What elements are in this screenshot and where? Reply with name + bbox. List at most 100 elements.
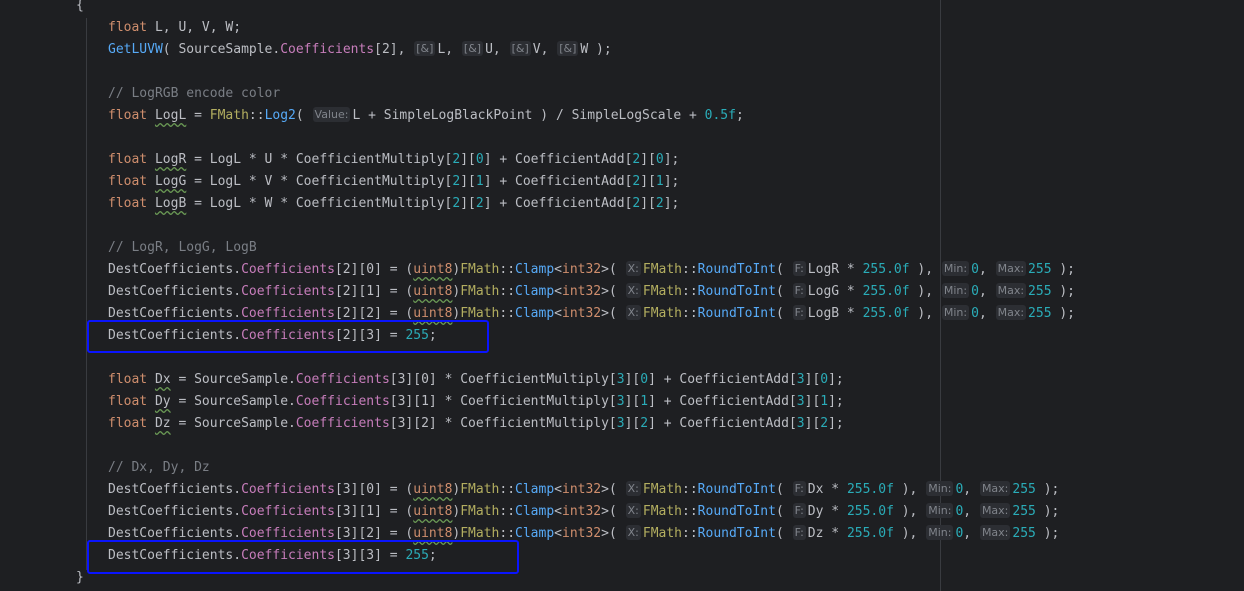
- code-token: uint8: [413, 482, 453, 497]
- parameter-hint: X:: [625, 503, 641, 518]
- line-logl[interactable]: float LogL = FMath::Log2( Value: L + Simp…: [0, 105, 1244, 127]
- parameter-hint: Max:: [995, 261, 1027, 276]
- code-token: 255.0f: [862, 262, 910, 277]
- code-text: DestCoefficients.Coefficients[3][1] = (u…: [108, 501, 1059, 523]
- code-token: Dx: [154, 372, 171, 387]
- code-token: ::: [499, 482, 516, 497]
- line-blank-1[interactable]: [0, 61, 1244, 83]
- code-token: ::: [499, 306, 516, 321]
- line-dz[interactable]: float Dz = SourceSample.Coefficients[3][…: [0, 413, 1244, 435]
- code-token: FMath: [642, 306, 683, 321]
- code-token: DestCoefficients.: [108, 262, 242, 277]
- code-token: ][: [640, 152, 656, 167]
- line-getluvw[interactable]: GetLUVW( SourceSample.Coefficients[2], […: [0, 39, 1244, 61]
- code-token: <: [554, 482, 562, 497]
- code-token: ];: [663, 152, 680, 167]
- line-open-brace[interactable]: {: [0, 0, 1244, 17]
- code-token: int32: [562, 306, 602, 321]
- parameter-hint: [&]: [509, 41, 531, 56]
- code-token: [2],: [374, 42, 414, 57]
- code-token: ] + CoefficientAdd[: [483, 152, 633, 167]
- code-token: = SourceSample.: [170, 416, 296, 431]
- line-dest-2-1[interactable]: DestCoefficients.Coefficients[2][1] = (u…: [0, 281, 1244, 303]
- parameter-hint: X:: [625, 305, 641, 320]
- code-text: DestCoefficients.Coefficients[3][0] = (u…: [108, 479, 1059, 501]
- line-dest-2-0[interactable]: DestCoefficients.Coefficients[2][0] = (u…: [0, 259, 1244, 281]
- code-token: ::: [248, 108, 265, 123]
- line-logr[interactable]: float LogR = LogL * U * CoefficientMulti…: [0, 149, 1244, 171]
- code-token: ];: [828, 416, 844, 431]
- code-token: (: [775, 526, 792, 541]
- line-blank-2[interactable]: [0, 127, 1244, 149]
- code-token: LogG *: [807, 284, 863, 299]
- code-editor[interactable]: { float L, U, V, W; GetLUVW( SourceSample.…: [0, 0, 1244, 591]
- code-token: ,: [978, 284, 995, 299]
- code-token: 3: [796, 394, 805, 409]
- line-dest-3-0[interactable]: DestCoefficients.Coefficients[3][0] = (u…: [0, 479, 1244, 501]
- code-token: {: [76, 0, 84, 13]
- code-token: );: [1035, 504, 1060, 519]
- parameter-hint: [&]: [414, 41, 436, 56]
- code-token: Clamp: [515, 306, 555, 321]
- code-token: ::: [499, 504, 516, 519]
- code-token: float: [108, 394, 148, 409]
- line-decl-luvw[interactable]: float L, U, V, W;: [0, 17, 1244, 39]
- code-token: DestCoefficients.: [108, 284, 242, 299]
- line-comment-logrgb[interactable]: // LogRGB encode color: [0, 83, 1244, 105]
- code-token: ::: [682, 504, 698, 519]
- code-token: );: [1051, 262, 1076, 277]
- code-token: [3][1] * CoefficientMultiply[: [389, 394, 617, 409]
- code-token: ];: [663, 196, 680, 211]
- code-token: <: [554, 526, 562, 541]
- code-token: uint8: [413, 504, 453, 519]
- line-blank-3[interactable]: [0, 215, 1244, 237]
- code-token: ] + CoefficientAdd[: [648, 416, 797, 431]
- line-logg[interactable]: float LogG = LogL * V * CoefficientMulti…: [0, 171, 1244, 193]
- code-token: ][: [460, 174, 476, 189]
- code-token: Clamp: [515, 526, 555, 541]
- code-token: ][: [624, 372, 641, 387]
- line-comment-logrgb-2[interactable]: // LogR, LogG, LogB: [0, 237, 1244, 259]
- code-token: (: [775, 504, 792, 519]
- code-token: FMath: [642, 284, 683, 299]
- code-token: 255: [1012, 526, 1036, 541]
- code-text: DestCoefficients.Coefficients[2][1] = (u…: [108, 281, 1075, 303]
- code-text: }: [76, 567, 84, 589]
- line-dest-3-1[interactable]: DestCoefficients.Coefficients[3][1] = (u…: [0, 501, 1244, 523]
- code-token: Clamp: [515, 482, 555, 497]
- code-token: );: [1051, 284, 1076, 299]
- line-comment-dxyz[interactable]: // Dx, Dy, Dz: [0, 457, 1244, 479]
- line-blank-5[interactable]: [0, 435, 1244, 457]
- code-token: ][: [624, 394, 641, 409]
- code-token: 255.0f: [846, 482, 894, 497]
- code-token: 255.0f: [862, 306, 910, 321]
- code-token: Dz: [154, 416, 171, 431]
- code-token: 0: [971, 284, 979, 299]
- parameter-hint: Max:: [995, 283, 1027, 298]
- parameter-hint: X:: [625, 283, 641, 298]
- code-token: 2: [640, 416, 649, 431]
- parameter-hint: F:: [792, 525, 806, 540]
- code-token: 1: [820, 394, 829, 409]
- code-token: Clamp: [515, 284, 555, 299]
- code-token: Dy *: [807, 504, 847, 519]
- code-token: FMath: [460, 262, 500, 277]
- code-token: GetLUVW: [108, 42, 163, 57]
- code-token: W );: [580, 42, 612, 57]
- code-token: Coefficients: [241, 482, 335, 497]
- code-token: ,: [978, 262, 995, 277]
- line-dy[interactable]: float Dy = SourceSample.Coefficients[3][…: [0, 391, 1244, 413]
- line-logb[interactable]: float LogB = LogL * W * CoefficientMulti…: [0, 193, 1244, 215]
- code-token: 2: [475, 196, 484, 211]
- code-token: Coefficients: [241, 262, 335, 277]
- code-token: [3][2] = (: [334, 526, 414, 541]
- parameter-hint: F:: [792, 283, 806, 298]
- code-token: int32: [562, 262, 602, 277]
- code-token: float: [108, 108, 148, 123]
- code-token: float: [108, 152, 148, 167]
- line-dx[interactable]: float Dx = SourceSample.Coefficients[3][…: [0, 369, 1244, 391]
- code-token: FMath: [209, 108, 249, 123]
- code-token: RoundToInt: [697, 482, 776, 497]
